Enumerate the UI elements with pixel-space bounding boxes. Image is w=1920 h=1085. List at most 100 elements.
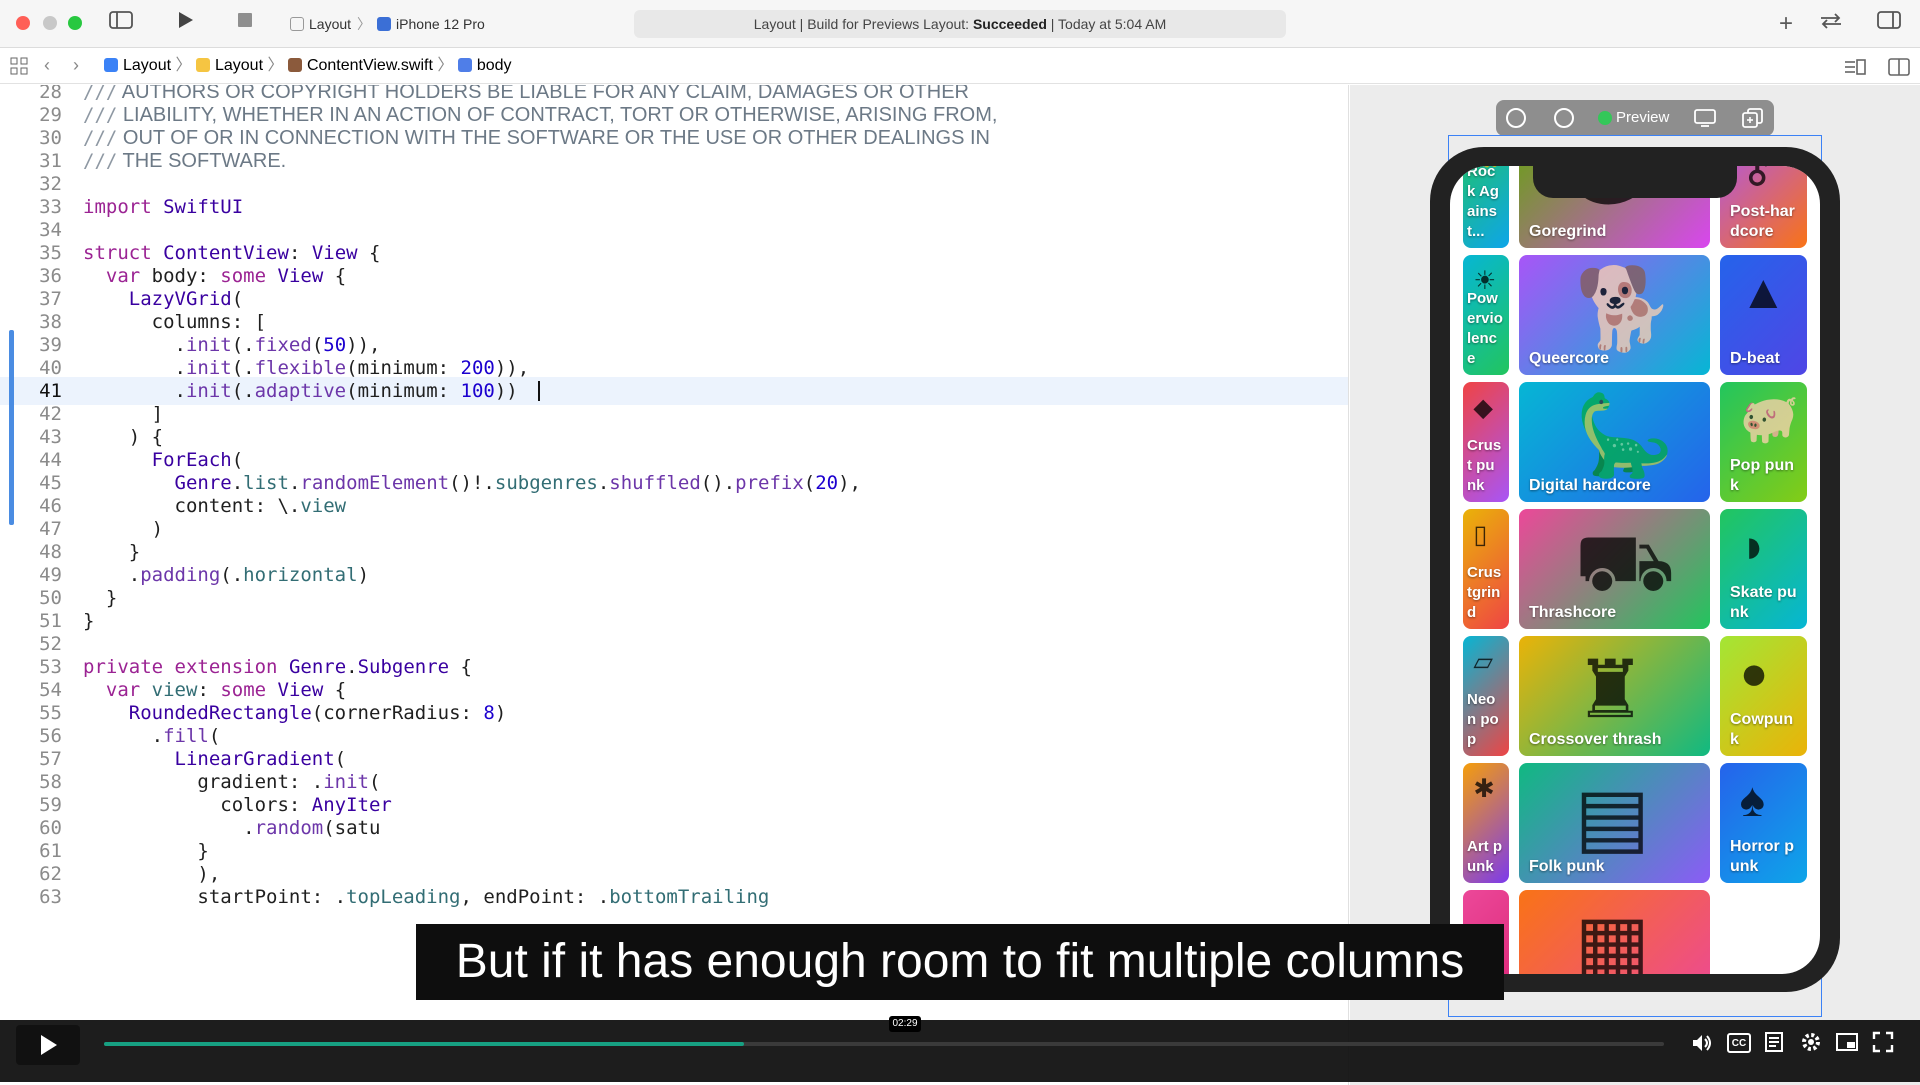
genre-tile-label: Crust punk — [1467, 437, 1502, 494]
tile-art-sign-icon: ◆ — [1473, 394, 1493, 422]
xcode-project-icon — [104, 58, 118, 72]
breadcrumb-project[interactable]: Layout — [104, 57, 171, 74]
genre-tile-label: Post-hardcore — [1730, 203, 1795, 240]
close-window-button[interactable] — [16, 16, 30, 30]
tile-art-tent-icon: ▲ — [1739, 266, 1787, 319]
transcript-icon[interactable] — [1763, 1031, 1787, 1055]
duplicate-preview-icon[interactable] — [1742, 108, 1764, 128]
swift-file-icon — [287, 58, 302, 72]
code-review-icon[interactable] — [1816, 10, 1846, 38]
chevron-right-icon: 〉 — [437, 57, 454, 74]
breadcrumb-file[interactable]: ContentView.swift — [287, 57, 433, 74]
genre-tile[interactable]: ▲ D-beat — [1720, 255, 1807, 375]
breadcrumb-symbol[interactable]: body — [457, 57, 512, 74]
genre-tile-label: Pop punk — [1730, 457, 1794, 494]
breadcrumb-file-label: ContentView.swift — [306, 57, 433, 74]
minimize-window-button[interactable] — [43, 16, 57, 30]
genre-tile-label: Crustgrind — [1467, 564, 1502, 621]
breadcrumb-symbol-label: body — [476, 57, 512, 74]
video-progress — [104, 1042, 744, 1046]
genre-tile-label: D-beat — [1730, 350, 1780, 367]
live-preview-button[interactable] — [1506, 108, 1526, 128]
status-prefix: Layout | Build for Previews Layout: — [753, 16, 973, 32]
code-text: startPoint: .topLeading, endPoint: .bott… — [83, 886, 770, 908]
genre-tile[interactable]: ◆ Crust punk — [1463, 382, 1509, 502]
tile-art-bag-icon: ⛟ — [1574, 518, 1676, 607]
genre-tile[interactable]: ◗ Skate punk — [1720, 509, 1807, 629]
line-number: 63 — [39, 886, 62, 908]
fullscreen-icon[interactable] — [1871, 1031, 1895, 1055]
genre-tile[interactable]: 🐖 Pop punk — [1720, 382, 1807, 502]
add-library-button[interactable]: + — [1773, 10, 1799, 38]
genre-tile[interactable]: ⛟ Thrashcore — [1519, 509, 1710, 629]
genre-tile[interactable]: 🐈Rock Against... — [1463, 166, 1509, 248]
chevron-right-icon: 〉 — [267, 57, 284, 74]
device-notch — [1533, 166, 1737, 198]
related-items-icon[interactable] — [10, 57, 28, 75]
play-icon — [41, 1035, 57, 1055]
genre-tile-label: Thrashcore — [1529, 604, 1617, 621]
breadcrumb: Layout 〉 Layout 〉 ContentView.swift 〉 bo… — [104, 57, 512, 75]
genre-tile[interactable]: 🦕 Digital hardcore — [1519, 382, 1710, 502]
adjust-editor-options-icon[interactable] — [1843, 58, 1867, 76]
caption-text: But if it has enough room to fit multipl… — [455, 935, 1465, 988]
device-screen[interactable]: 🐈Rock Against...⬬Goregrind⚷Post-hardcore… — [1450, 166, 1820, 974]
preview-on-device-button[interactable] — [1554, 108, 1574, 128]
volume-icon[interactable] — [1690, 1031, 1714, 1055]
genre-tile-label: Goregrind — [1529, 223, 1607, 240]
genre-tile[interactable]: ▯ Crustgrind — [1463, 509, 1509, 629]
tile-art-sock-icon: ◗ — [1739, 520, 1769, 573]
device-settings-icon[interactable] — [1694, 108, 1716, 128]
tile-art-pig-icon: 🐖 — [1739, 393, 1800, 446]
settings-gear-icon[interactable] — [1799, 1031, 1823, 1055]
genre-tile[interactable]: ☀ Powerviolence — [1463, 255, 1509, 375]
genre-tile-label: Rock Against... — [1467, 166, 1499, 240]
genre-tile[interactable]: ▦ — [1519, 890, 1710, 974]
activity-status: Layout | Build for Previews Layout: Succ… — [634, 10, 1286, 38]
split-editor-icon[interactable] — [1888, 58, 1910, 76]
genre-tile[interactable]: ● Cowpunk — [1720, 636, 1807, 756]
genre-tile-label: Folk punk — [1529, 858, 1605, 875]
tile-art-key-icon: ⚷ — [1740, 166, 1775, 190]
genre-tile[interactable]: ✱ Art punk — [1463, 763, 1509, 883]
video-control-bar — [0, 1020, 1920, 1082]
scheme-device-label: iPhone 12 Pro — [396, 16, 485, 32]
forward-arrow-icon[interactable]: › — [73, 55, 79, 76]
closed-captions-icon[interactable]: CC — [1727, 1033, 1751, 1053]
stop-button[interactable] — [232, 10, 258, 38]
genre-tile[interactable]: 🐕 Queercore — [1519, 255, 1710, 375]
app-target-icon — [290, 17, 304, 31]
breadcrumb-folder[interactable]: Layout — [195, 57, 263, 74]
change-indicator — [9, 330, 14, 525]
tile-art-mushroom-icon: ♠ — [1739, 774, 1765, 827]
device-icon — [377, 17, 392, 31]
genre-tile[interactable]: ▤ Folk punk — [1519, 763, 1710, 883]
chevron-right-icon: 〉 — [357, 16, 372, 32]
tile-art-dino-icon: 🦕 — [1574, 391, 1675, 480]
zoom-window-button[interactable] — [68, 16, 82, 30]
chevron-right-icon: 〉 — [175, 57, 192, 74]
genre-tile[interactable]: ♠ Horror punk — [1720, 763, 1807, 883]
run-button[interactable] — [172, 10, 198, 38]
tile-art-castle-icon: ♜ — [1574, 645, 1647, 734]
picture-in-picture-icon[interactable] — [1835, 1031, 1859, 1055]
navigator-toggle-icon[interactable] — [108, 10, 134, 38]
preview-status-dot — [1598, 111, 1612, 125]
text-cursor — [538, 381, 540, 401]
status-suffix: | Today at 5:04 AM — [1046, 16, 1167, 32]
genre-tile-label: Powerviolence — [1467, 290, 1503, 367]
genre-tile-label: Horror punk — [1730, 838, 1794, 875]
tile-art-menu-icon: ▤ — [1574, 772, 1651, 861]
video-caption: But if it has enough room to fit multipl… — [416, 924, 1504, 1000]
genre-tile[interactable]: ♜ Crossover thrash — [1519, 636, 1710, 756]
code-line[interactable]: 63 startPoint: .topLeading, endPoint: .b… — [0, 883, 1348, 911]
preview-label: Preview — [1616, 109, 1670, 126]
scheme-target-label: Layout — [309, 16, 352, 32]
back-arrow-icon[interactable]: ‹ — [44, 55, 50, 76]
genre-tile[interactable]: ▱ Neon pop — [1463, 636, 1509, 756]
inspector-toggle-icon[interactable] — [1876, 10, 1902, 38]
scheme-selector[interactable]: Layout 〉 iPhone 12 Pro — [290, 14, 485, 34]
genre-tile-label: Neon pop — [1467, 691, 1499, 748]
genre-tile-label: Crossover thrash — [1529, 731, 1662, 748]
tile-art-bug-icon: ✱ — [1473, 775, 1495, 803]
